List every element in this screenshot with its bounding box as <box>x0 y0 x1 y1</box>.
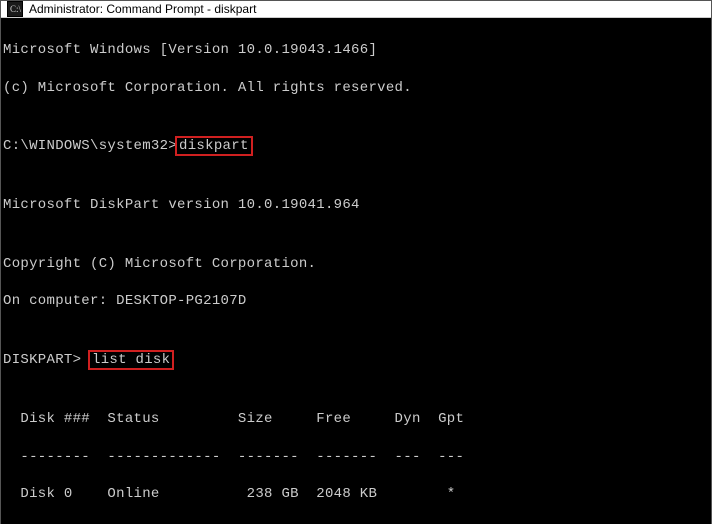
window-title: Administrator: Command Prompt - diskpart <box>29 2 256 16</box>
table-row: Disk 0 Online 238 GB 2048 KB * <box>3 485 709 504</box>
highlighted-command: list disk <box>88 350 174 370</box>
table-header: Disk ### Status Size Free Dyn Gpt <box>3 410 709 429</box>
prompt-line: C:\WINDOWS\system32>diskpart <box>3 137 709 156</box>
output-line: Microsoft Windows [Version 10.0.19043.14… <box>3 41 709 60</box>
command-prompt-window: C:\ Administrator: Command Prompt - disk… <box>0 0 712 524</box>
terminal-area[interactable]: Microsoft Windows [Version 10.0.19043.14… <box>1 18 711 524</box>
titlebar[interactable]: C:\ Administrator: Command Prompt - disk… <box>1 1 711 18</box>
prompt-text: C:\WINDOWS\system32> <box>3 138 177 154</box>
output-line: On computer: DESKTOP-PG2107D <box>3 292 709 311</box>
table-separator: -------- ------------- ------- ------- -… <box>3 448 709 467</box>
highlighted-command: diskpart <box>175 136 253 156</box>
output-line: Microsoft DiskPart version 10.0.19041.96… <box>3 196 709 215</box>
cmd-icon: C:\ <box>7 1 23 17</box>
diskpart-prompt: DISKPART> <box>3 352 90 368</box>
output-line: (c) Microsoft Corporation. All rights re… <box>3 79 709 98</box>
svg-text:C:\: C:\ <box>10 4 22 14</box>
prompt-line: DISKPART> list disk <box>3 351 709 370</box>
output-line: Copyright (C) Microsoft Corporation. <box>3 255 709 274</box>
